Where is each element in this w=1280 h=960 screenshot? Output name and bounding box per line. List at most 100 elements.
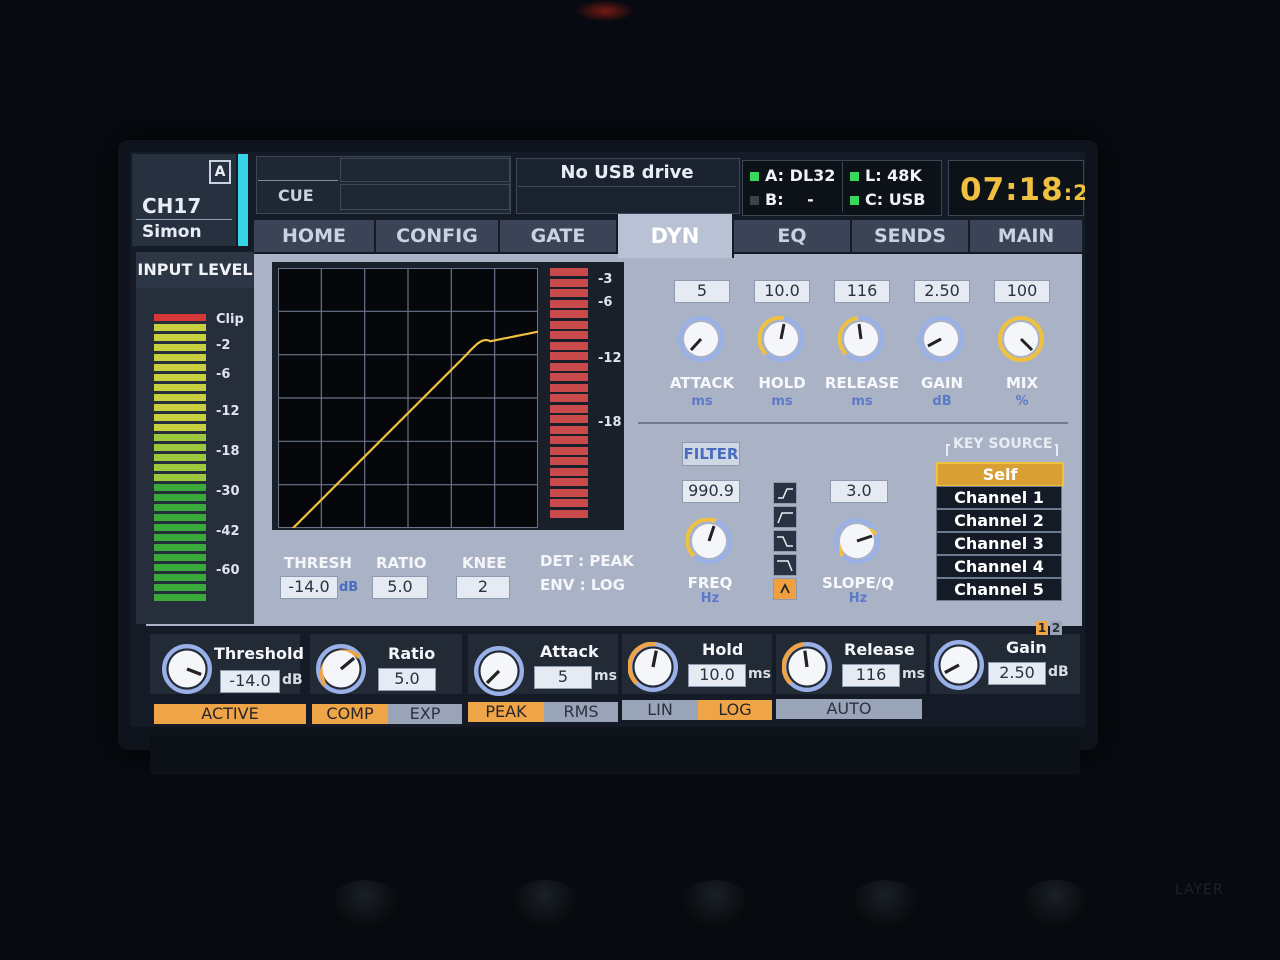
threshold-encoder-value[interactable]: -14.0 [220, 670, 280, 693]
log-button[interactable]: LOG [698, 700, 772, 720]
mix-knob[interactable] [998, 316, 1044, 362]
tab-main[interactable]: MAIN [970, 220, 1084, 252]
input-meter-segment [154, 444, 206, 451]
hold-encoder-value[interactable]: 10.0 [688, 664, 746, 687]
tab-eq[interactable]: EQ [734, 220, 852, 252]
gr-meter-segment [550, 299, 588, 308]
attack-knob[interactable] [678, 316, 724, 362]
key-source-channel-3[interactable]: Channel 3 [936, 532, 1062, 555]
gr-meter-segment [550, 289, 588, 297]
peak-button[interactable]: PEAK [468, 702, 544, 722]
filter-slope-value[interactable]: 3.0 [830, 480, 888, 503]
filter-button[interactable]: FILTER [682, 442, 740, 466]
status-c-led [850, 196, 859, 205]
key-source-channel-5[interactable]: Channel 5 [936, 578, 1062, 601]
gain-label: GAIN [920, 374, 964, 392]
active-button[interactable]: ACTIVE [154, 704, 306, 724]
bezel-lower-edge [150, 735, 1080, 775]
tab-sends[interactable]: SENDS [852, 220, 970, 252]
input-meter-segment [154, 494, 206, 501]
clock: 07:18:24 [960, 172, 1085, 208]
page-2-button[interactable]: 2 [1050, 621, 1062, 635]
channel-id: CH17 [142, 194, 202, 218]
threshold-encoder-unit: dB [282, 672, 303, 688]
filter-slope-label: SLOPE/Q [821, 574, 895, 592]
filter-freq-knob[interactable] [686, 518, 732, 564]
input-meter-segment [154, 364, 206, 371]
hold-encoder[interactable] [628, 642, 678, 692]
input-meter-segment [154, 524, 206, 531]
threshold-encoder[interactable] [162, 644, 212, 694]
filter-type-lowshelf[interactable] [773, 530, 797, 552]
input-meter-segment [154, 344, 206, 351]
ratio-value[interactable]: 5.0 [372, 576, 428, 599]
gain-knob[interactable] [918, 316, 964, 362]
gain-value[interactable]: 2.50 [914, 280, 970, 303]
input-scale-label: -42 [216, 524, 240, 539]
gr-meter-segment [550, 320, 588, 329]
status-c: C: USB [850, 190, 925, 209]
exp-button[interactable]: EXP [388, 704, 462, 724]
knee-value[interactable]: 2 [456, 576, 510, 599]
key-source-channel-4[interactable]: Channel 4 [936, 555, 1062, 578]
filter-slope-knob[interactable] [834, 518, 880, 564]
hold-value[interactable]: 10.0 [754, 280, 810, 303]
lin-button[interactable]: LIN [622, 700, 698, 720]
status-l-led [850, 172, 859, 181]
input-meter-segment [154, 544, 206, 551]
input-meter-segment [154, 354, 206, 361]
auto-button[interactable]: AUTO [776, 699, 922, 719]
input-meter-segment [154, 464, 206, 471]
status-b: B: - [750, 190, 814, 209]
tab-gate[interactable]: GATE [500, 220, 618, 252]
section-divider [638, 422, 1068, 424]
tab-home[interactable]: HOME [254, 220, 376, 252]
key-source-channel-1[interactable]: Channel 1 [936, 486, 1062, 509]
transfer-curve-graph[interactable] [278, 268, 538, 528]
rms-button[interactable]: RMS [544, 702, 618, 722]
thresh-value[interactable]: -14.0 [280, 576, 338, 599]
filter-type-highpass[interactable] [773, 506, 797, 528]
thresh-label: THRESH [284, 554, 352, 572]
input-meter-segment [154, 584, 206, 591]
release-value[interactable]: 116 [834, 280, 890, 303]
gr-scale-label: -12 [598, 351, 622, 366]
attack-encoder-value[interactable]: 5 [534, 666, 592, 689]
gr-meter-segment [550, 478, 588, 486]
gr-meter-segment [550, 362, 588, 371]
gain-encoder-unit: dB [1048, 664, 1069, 680]
tab-dyn[interactable]: DYN [618, 214, 734, 258]
attack-value[interactable]: 5 [674, 280, 730, 303]
cue-divider [258, 180, 338, 181]
key-source-title: KEY SOURCE [950, 436, 1056, 452]
release-knob[interactable] [838, 316, 884, 362]
gain-encoder-value[interactable]: 2.50 [988, 662, 1046, 685]
hold-knob[interactable] [758, 316, 804, 362]
page-1-button[interactable]: 1 [1036, 621, 1048, 635]
filter-freq-value[interactable]: 990.9 [682, 480, 740, 503]
status-b-led [750, 196, 759, 205]
filter-type-bandpass[interactable] [773, 578, 797, 600]
layer-hardware-label: LAYER [1175, 882, 1224, 898]
filter-type-lowpass[interactable] [773, 554, 797, 576]
release-encoder[interactable] [782, 642, 832, 692]
ratio-encoder[interactable] [316, 644, 366, 694]
tab-config[interactable]: CONFIG [376, 220, 500, 252]
gain-encoder[interactable] [934, 640, 984, 690]
highshelf-icon [778, 488, 793, 499]
key-source-self[interactable]: Self [936, 462, 1064, 487]
envelope-label[interactable]: ENV : LOG [540, 576, 625, 594]
hardware-knob [330, 880, 400, 930]
release-encoder-value[interactable]: 116 [842, 664, 900, 687]
mix-value[interactable]: 100 [994, 280, 1050, 303]
comp-button[interactable]: COMP [312, 704, 388, 724]
filter-type-highshelf[interactable] [773, 482, 797, 504]
key-source-channel-2[interactable]: Channel 2 [936, 509, 1062, 532]
attack-encoder[interactable] [474, 646, 524, 696]
input-meter-segment [154, 334, 206, 341]
status-a: A: DL32 [750, 166, 835, 185]
ratio-encoder-value[interactable]: 5.0 [378, 668, 436, 691]
detector-label[interactable]: DET : PEAK [540, 552, 634, 570]
hardware-knob [510, 880, 580, 930]
input-meter-segment [154, 434, 206, 441]
